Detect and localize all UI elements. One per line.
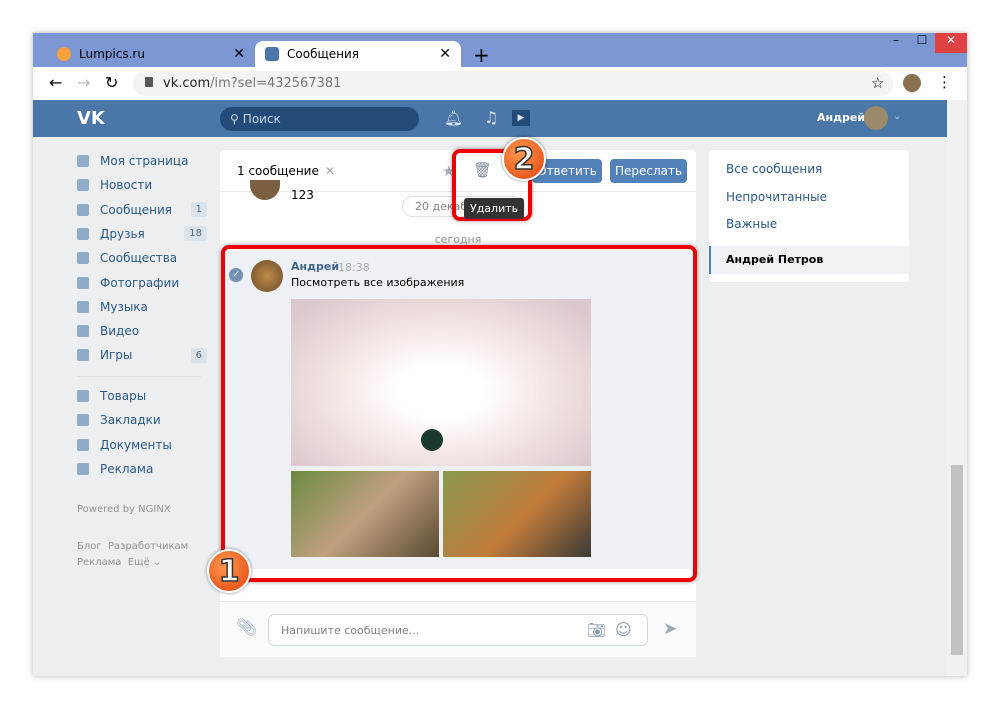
chevron-down-icon[interactable]: ⌄ <box>893 111 901 122</box>
sidebar-item[interactable]: Сообщения 1 <box>77 200 207 220</box>
sidebar-item-icon <box>77 349 89 362</box>
profile-avatar-icon[interactable] <box>903 74 921 92</box>
send-icon[interactable]: ➤ <box>663 619 677 639</box>
sidebar-item-icon <box>77 227 89 240</box>
emoji-icon[interactable]: ☺ <box>615 620 632 639</box>
count-badge: 18 <box>184 226 207 242</box>
tab-lumpics[interactable]: Lumpics.ru ✕ <box>47 41 255 67</box>
maximize-icon[interactable]: ☐ <box>909 33 935 53</box>
filter-all[interactable]: Все сообщения <box>726 162 822 176</box>
sidebar-item-icon <box>77 325 89 338</box>
sidebar-item-icon <box>77 390 89 402</box>
sidebar-item[interactable]: Музыка <box>77 297 207 317</box>
sidebar-item-icon <box>77 276 89 289</box>
notifications-bell-icon[interactable]: 🔔︎ <box>444 109 463 127</box>
sidebar-item[interactable]: Сообщества <box>77 248 207 268</box>
clear-selection-icon[interactable]: ✕ <box>325 164 335 178</box>
sidebar-item[interactable]: Моя страница <box>77 151 207 171</box>
sidebar-item-icon <box>77 300 89 313</box>
sidebar-item-icon <box>77 203 89 216</box>
sidebar-item[interactable]: Игры 6 <box>77 345 207 365</box>
sidebar-footer: Блог Разработчикам Реклама Ещё ⌄ <box>77 541 189 568</box>
sidebar-item[interactable]: Документы <box>77 435 207 455</box>
filter-unread[interactable]: Непрочитанные <box>726 190 827 204</box>
lock-icon <box>145 77 153 87</box>
sidebar-item[interactable]: Фотографии <box>77 273 207 293</box>
user-avatar[interactable] <box>864 106 888 130</box>
address-bar-row: ← → ↻ vk.com/im?sel=432567381 ☆ ⋮ <box>33 67 967 100</box>
reload-icon[interactable]: ↻ <box>105 73 118 92</box>
count-badge: 1 <box>190 202 207 218</box>
close-tab-icon[interactable]: ✕ <box>439 46 451 62</box>
play-icon[interactable]: ▶ <box>512 110 530 126</box>
new-tab-button[interactable]: + <box>473 43 490 67</box>
music-icon[interactable]: ♫ <box>484 108 498 127</box>
lumpics-favicon-icon <box>57 47 71 61</box>
conversation-andrey-petrov[interactable]: Андрей Петров <box>709 246 909 274</box>
bookmark-star-icon[interactable]: ☆ <box>871 74 884 92</box>
attach-paperclip-icon[interactable]: 📎︎ <box>236 618 258 638</box>
window-controls: – ☐ ✕ <box>883 33 967 53</box>
filter-important[interactable]: Важные <box>726 217 777 231</box>
vk-logo[interactable]: VK <box>77 108 105 129</box>
forward-icon[interactable]: → <box>77 73 90 92</box>
scrollbar-thumb[interactable] <box>951 465 963 655</box>
sidebar-item[interactable]: Новости <box>77 175 207 195</box>
sidebar-item-icon <box>77 252 89 265</box>
camera-icon[interactable]: 📷︎ <box>587 621 606 639</box>
count-badge: 6 <box>190 347 207 363</box>
delete-tooltip: Удалить <box>464 198 525 219</box>
back-icon[interactable]: ← <box>49 73 62 92</box>
search-input[interactable]: ⚲ Поиск <box>220 107 419 131</box>
sidebar-item[interactable]: Видео <box>77 321 207 341</box>
sidebar-item[interactable]: Друзья 18 <box>77 224 207 244</box>
sidebar-item[interactable]: Реклама <box>77 459 207 479</box>
url-input[interactable]: vk.com/im?sel=432567381 <box>133 71 893 96</box>
vk-messages-favicon-icon <box>265 47 279 61</box>
menu-icon[interactable]: ⋮ <box>937 73 952 91</box>
annotation-badge-2: 2 <box>502 137 546 181</box>
annotation-highlight-message <box>221 245 697 582</box>
sidebar-item-icon <box>77 155 89 167</box>
sidebar-item-icon <box>77 414 89 427</box>
sidebar-item[interactable]: Товары <box>77 386 207 406</box>
powered-by: Powered by NGINX <box>77 504 171 515</box>
minimize-icon[interactable]: – <box>883 33 909 53</box>
divider <box>77 376 201 377</box>
sidebar-item-icon <box>77 462 89 475</box>
sidebar-item-icon <box>77 438 89 451</box>
composer: 📎︎ Напишите сообщение... 📷︎ ☺ ➤ <box>220 601 696 657</box>
annotation-badge-1: 1 <box>207 549 251 593</box>
sidebar-item[interactable]: Закладки <box>77 410 207 430</box>
forward-button[interactable]: Переслать <box>610 159 687 183</box>
message-input[interactable]: Напишите сообщение... 📷︎ ☺ <box>268 614 648 646</box>
scrollbar[interactable] <box>947 100 967 676</box>
prev-message-text: 123 <box>291 188 314 202</box>
right-filter-panel: Все сообщения Непрочитанные Важные Андре… <box>709 150 909 282</box>
avatar <box>250 180 280 200</box>
close-window-icon[interactable]: ✕ <box>935 33 967 53</box>
tab-messages[interactable]: Сообщения ✕ <box>255 41 461 67</box>
search-icon: ⚲ <box>230 112 239 126</box>
vk-header: VK ⚲ Поиск 🔔︎ ♫ ▶ Андрей ⌄ <box>33 100 947 137</box>
close-tab-icon[interactable]: ✕ <box>233 46 245 62</box>
sidebar-item-icon <box>77 179 89 192</box>
